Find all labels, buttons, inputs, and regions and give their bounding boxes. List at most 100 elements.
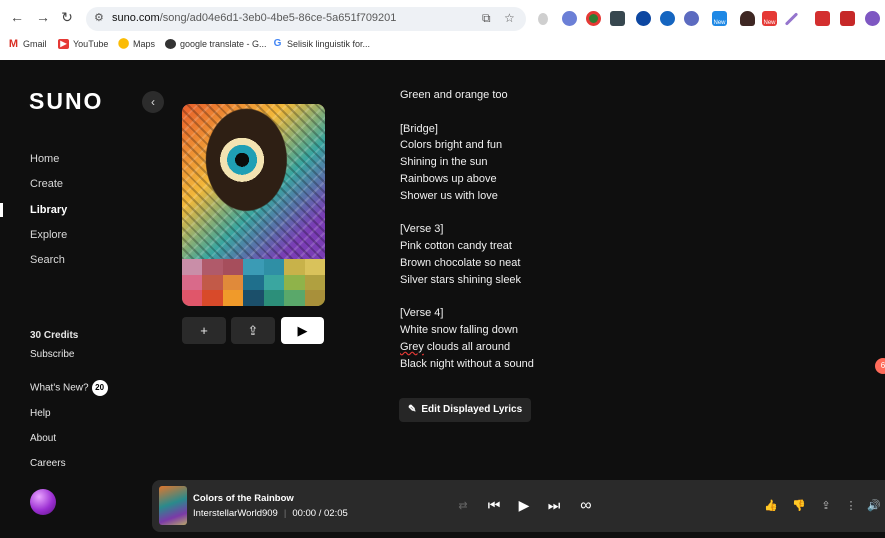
next-icon[interactable]: ⏭ xyxy=(545,497,563,514)
share-button[interactable]: ⇪ xyxy=(231,317,275,344)
collapse-sidebar-button[interactable]: ‹ xyxy=(142,91,164,113)
palette-swatch xyxy=(202,274,223,291)
more-options-icon[interactable]: ⋮ xyxy=(842,499,860,512)
palette-swatch xyxy=(182,274,203,291)
edit-lyrics-label: Edit Displayed Lyrics xyxy=(421,404,523,415)
color-palette xyxy=(182,259,325,306)
address-bar[interactable]: ⚙ suno.com/song/ad04e6d1-3eb0-4be5-86ce-… xyxy=(86,7,526,31)
extension-icon[interactable] xyxy=(610,11,625,26)
url-text: suno.com/song/ad04e6d1-3eb0-4be5-86ce-5a… xyxy=(112,12,396,24)
loop-icon[interactable]: ∞ xyxy=(577,497,595,515)
palette-swatch xyxy=(284,274,305,291)
notification-badge[interactable]: 6 xyxy=(875,358,885,374)
shuffle-icon[interactable]: ⇄ xyxy=(454,499,472,512)
lyric-line: Shining in the sun xyxy=(400,156,488,169)
lyric-line: Black night without a sound xyxy=(400,357,534,370)
player-meta: InterstellarWorld909 | 00:00 / 02:05 xyxy=(193,508,348,519)
map-pin-icon: ⬤ xyxy=(118,38,130,49)
palette-swatch xyxy=(263,274,285,291)
player-thumbnail[interactable] xyxy=(159,486,187,525)
bookmark-gmail[interactable]: M Gmail xyxy=(8,39,47,50)
bookmark-youtube[interactable]: ▶ YouTube xyxy=(58,39,108,49)
avatar[interactable] xyxy=(30,489,56,515)
bookmark-label: Selisik linguistik for... xyxy=(287,39,371,49)
lyric-line: Brown chocolate so neat xyxy=(400,256,521,269)
nav-home[interactable]: Home xyxy=(30,153,59,165)
extension-icon[interactable] xyxy=(865,11,880,26)
extension-icon[interactable] xyxy=(660,11,675,26)
nav-create[interactable]: Create xyxy=(30,178,63,190)
site-settings-icon[interactable]: ⚙ xyxy=(94,11,104,24)
extension-icon[interactable] xyxy=(815,11,830,26)
translate-icon[interactable]: ⧉ xyxy=(482,11,491,26)
back-icon[interactable]: ← xyxy=(8,9,26,25)
nav-library[interactable]: Library xyxy=(30,204,67,216)
palette-swatch xyxy=(304,290,325,306)
lyric-line: Rainbows up above xyxy=(400,172,497,185)
lyrics-panel: Green and orange too [Bridge] Colors brigh… xyxy=(400,87,700,373)
song-cover-art xyxy=(182,104,325,306)
extension-icon[interactable] xyxy=(740,11,755,26)
play-song-button[interactable]: ▶ xyxy=(281,317,324,344)
extension-icon[interactable] xyxy=(684,11,699,26)
palette-swatch xyxy=(263,259,285,275)
lyric-line xyxy=(400,289,700,306)
subscribe-link[interactable]: Subscribe xyxy=(30,349,74,360)
github-icon xyxy=(165,39,176,49)
previous-icon[interactable]: ⏮ xyxy=(485,497,503,514)
extension-new-badge[interactable]: New xyxy=(712,11,727,26)
lyric-line: Grey clouds all around xyxy=(400,340,511,353)
palette-swatch xyxy=(243,290,264,306)
active-nav-indicator xyxy=(0,203,3,217)
help-link[interactable]: Help xyxy=(30,408,51,419)
youtube-icon: ▶ xyxy=(58,39,69,49)
gear-extension-icon[interactable] xyxy=(562,11,577,26)
whats-new-link[interactable]: What's New? 20 xyxy=(30,380,108,396)
thumbs-down-icon[interactable]: 👎 xyxy=(790,499,808,512)
whats-new-label: What's New? xyxy=(30,382,89,394)
palette-swatch xyxy=(182,259,203,275)
mic-extension-icon[interactable] xyxy=(538,13,548,25)
reload-icon[interactable]: ↻ xyxy=(58,9,76,26)
forward-icon[interactable]: → xyxy=(34,9,52,25)
nav-search[interactable]: Search xyxy=(30,254,65,266)
lyric-line: Green and orange too xyxy=(400,89,508,101)
lyric-line: Pink cotton candy treat xyxy=(400,240,512,253)
mosaic-eye-image xyxy=(182,104,325,259)
nav-explore[interactable]: Explore xyxy=(30,229,67,241)
palette-swatch xyxy=(284,290,305,306)
play-icon[interactable]: ▶ xyxy=(515,497,533,514)
player-time: 00:00 / 02:05 xyxy=(292,508,348,519)
player-song-title[interactable]: Colors of the Rainbow xyxy=(193,493,294,504)
pen-extension-icon[interactable] xyxy=(784,12,799,26)
whats-new-count-badge: 20 xyxy=(91,380,108,396)
lyric-line: White snow falling down xyxy=(400,324,519,337)
player-artist[interactable]: InterstellarWorld909 xyxy=(193,508,278,519)
add-to-playlist-button[interactable]: + xyxy=(182,317,226,344)
spellcheck-word: Grey xyxy=(400,340,424,353)
suno-logo[interactable]: SUNO xyxy=(29,88,103,115)
palette-swatch xyxy=(304,274,325,291)
lyric-section-header: [Bridge] xyxy=(400,122,438,135)
thumbs-up-icon[interactable]: 👍 xyxy=(762,499,780,512)
lyric-line: Shower us with love xyxy=(400,189,498,202)
bookmark-maps[interactable]: ⬤ Maps xyxy=(118,38,155,50)
volume-icon[interactable]: 🔊 xyxy=(865,499,883,512)
palette-swatch xyxy=(284,259,305,275)
extension-new-badge[interactable]: New xyxy=(762,11,777,26)
bookmark-google-translate[interactable]: google translate - G... xyxy=(165,39,267,49)
browser-toolbar: ← → ↻ ⚙ suno.com/song/ad04e6d1-3eb0-4be5… xyxy=(0,6,885,32)
extension-icon[interactable] xyxy=(636,11,651,26)
bookmark-star-icon[interactable]: ☆ xyxy=(504,11,515,25)
about-link[interactable]: About xyxy=(30,433,56,444)
url-host: suno.com xyxy=(112,12,160,24)
share-icon[interactable]: ⇪ xyxy=(817,499,835,512)
palette-swatch xyxy=(222,274,244,291)
extension-icon[interactable] xyxy=(840,11,855,26)
palette-swatch xyxy=(243,259,264,275)
edit-lyrics-button[interactable]: ✎ Edit Displayed Lyrics xyxy=(399,398,532,422)
careers-link[interactable]: Careers xyxy=(30,458,66,469)
extension-icon[interactable] xyxy=(586,11,601,26)
bookmark-selisik[interactable]: G Selisik linguistik for... xyxy=(272,39,371,50)
lyric-line xyxy=(400,205,700,222)
